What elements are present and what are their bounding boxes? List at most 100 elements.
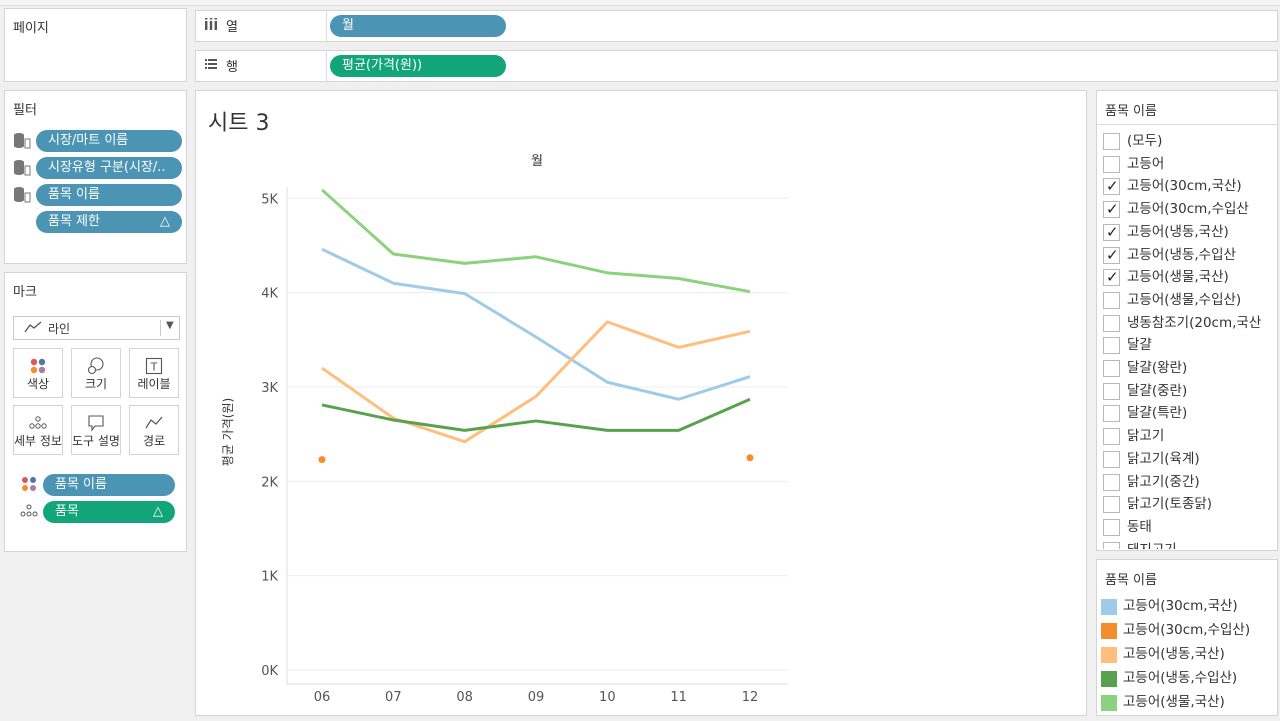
filter-item-label: (모두) [1127,133,1163,149]
detail-encoding-pill[interactable]: 품목 △ [43,501,175,523]
mark-type-dropdown[interactable]: 라인 ▼ [13,316,180,340]
size-circles-icon [72,349,120,375]
filter-item-label: 달걀(왕란) [1127,360,1188,376]
color-encoding-pill[interactable]: 품목 이름 [43,474,175,496]
text-label-icon: T [130,349,178,375]
database-icon [12,185,31,203]
path-button[interactable]: 경로 [129,405,179,455]
filter-item-label: 동태 [1127,518,1152,535]
filter-card-title: 품목 이름 [1105,104,1157,119]
color-dots-icon [14,349,62,375]
filter-checkbox[interactable] [1103,450,1120,468]
color-legend[interactable]: 품목 이름 고등어(30cm,국산) 고등어(30cm,수입산) 고등어(냉동,국산… [1096,559,1278,716]
legend-title: 품목 이름 [1105,573,1157,588]
filter-checkbox[interactable] [1103,518,1120,536]
detail-button-label: 세부 정보 [14,434,62,448]
filter-checkbox[interactable] [1103,155,1120,173]
item-filter-card[interactable]: 품목 이름 (모두) 고등어고등어(30cm,국산) 고등어(30cm,수입산고등어… [1096,90,1278,551]
y-tick-label: 5K [261,192,278,207]
filter-checkbox[interactable] [1103,473,1120,491]
filter-checkbox[interactable] [1103,360,1120,377]
color-encoding-icon [21,476,37,496]
tooltip-button[interactable]: 도구 설명 [71,405,121,455]
pill-label: 품목 [55,504,79,519]
database-icon [12,131,31,149]
rows-icon [204,57,218,75]
shelf-divider [326,11,327,41]
mark-type-label: 라인 [48,322,71,336]
size-button[interactable]: 크기 [71,348,121,398]
filter-item-label: 고등어 [1127,155,1165,172]
legend-swatch [1101,671,1117,687]
filter-checkbox[interactable] [1103,382,1120,400]
filter-checkbox[interactable] [1103,291,1120,309]
filter-pill-market-name[interactable]: 시장/마트 이름 [36,130,182,152]
detail-button[interactable]: 세부 정보 [13,405,63,455]
filter-pill-item-limit[interactable]: 품목 제한 △ [36,211,182,233]
size-button-label: 크기 [84,377,108,391]
rows-label: 행 [226,60,238,75]
filter-item-label: 달걀 [1127,337,1152,354]
filter-item-label: 냉동참조기(20cm,국산 [1127,314,1262,331]
label-button-label: 레이블 [137,377,171,391]
legend-item-label: 고등어(냉동,국산) [1123,646,1225,662]
filter-pill-market-type[interactable]: 시장유형 구분(시장/.. [36,157,182,179]
y-tick-label: 0K [261,664,278,679]
marks-title: 마크 [13,285,37,300]
filter-item-label: 닭고기(육계) [1127,450,1200,467]
filter-checkbox[interactable] [1103,496,1120,514]
line-mark-icon [24,320,42,338]
sheet-view[interactable]: 시트 3 월 평균 가격(원) 0K 1K 2K 3K 4K 5K 06 07 08 09 10 11 12 [195,90,1087,716]
rows-shelf[interactable]: 행 평균(가격(원)) [195,50,1278,82]
filter-checkbox[interactable] [1103,541,1120,549]
filter-checkbox[interactable] [1103,405,1120,423]
filter-pill-item-name[interactable]: 품목 이름 [36,184,182,206]
label-button[interactable]: T 레이블 [129,348,179,398]
path-button-label: 경로 [142,434,166,448]
filter-item-label: 돼지고기 [1127,540,1177,549]
svg-text:T: T [150,361,158,374]
pill-label: 품목 제한 [48,214,100,229]
filters-title: 필터 [13,103,37,118]
filter-item-label: 고등어(30cm,국산) [1127,178,1242,195]
filter-item-label: 고등어(생물,수입산) [1127,291,1242,308]
filter-item-label: 달걀(중란) [1127,382,1188,399]
database-icon [12,158,31,176]
filter-list: (모두) 고등어고등어(30cm,국산) 고등어(30cm,수입산고등어(냉동,국산… [1097,129,1277,549]
filter-checkbox[interactable] [1103,428,1120,446]
columns-pill-month[interactable]: 월 [330,15,506,37]
rows-pill-avg-price[interactable]: 평균(가격(원)) [330,55,506,77]
pages-panel[interactable]: 페이지 [4,8,187,82]
marks-panel[interactable]: 마크 라인 ▼ 색상 크기 T 레이블 세부 정보 도구 설명 경로 품목 이름… [4,272,187,552]
dropdown-separator [160,320,161,336]
filter-checkbox[interactable] [1103,176,1120,196]
filter-checkbox[interactable] [1103,337,1120,355]
filters-panel[interactable]: 필터 시장/마트 이름 시장유형 구분(시장/.. 품목 이름 품목 제한 △ [4,90,187,264]
x-tick-label: 06 [314,690,331,705]
shelf-divider [326,51,327,81]
filter-checkbox[interactable] [1103,267,1120,287]
series-line [321,320,751,444]
pages-title: 페이지 [13,21,49,36]
top-strip [0,0,1280,6]
x-tick-label: 09 [528,690,545,705]
filter-checkbox[interactable] [1103,199,1120,219]
filter-item-label: 고등어(생물,국산) [1127,269,1229,286]
legend-item-label: 고등어(30cm,수입산) [1123,622,1251,638]
filter-checkbox[interactable] [1103,222,1120,242]
columns-shelf[interactable]: 열 월 [195,10,1278,42]
x-tick-label: 08 [456,690,473,705]
color-button[interactable]: 색상 [13,348,63,398]
filter-item-label: 고등어(30cm,수입산 [1127,201,1249,218]
filter-checkbox[interactable] [1103,133,1120,150]
legend-item-label: 고등어(30cm,국산) [1123,598,1238,614]
legend-swatch [1101,599,1117,615]
x-tick-label: 12 [742,690,759,705]
line-chart[interactable]: 월평균 가격(원) 0K 1K 2K 3K 4K 5K 06 07 08 09 10 11 12 [196,91,1086,715]
y-axis-label: 평균 가격(원) [221,398,235,466]
filter-checkbox[interactable] [1103,245,1120,265]
y-tick-label: 2K [261,475,278,490]
tooltip-icon [72,406,120,432]
filter-item-label: 달걀(특란) [1127,405,1188,422]
filter-checkbox[interactable] [1103,314,1120,332]
